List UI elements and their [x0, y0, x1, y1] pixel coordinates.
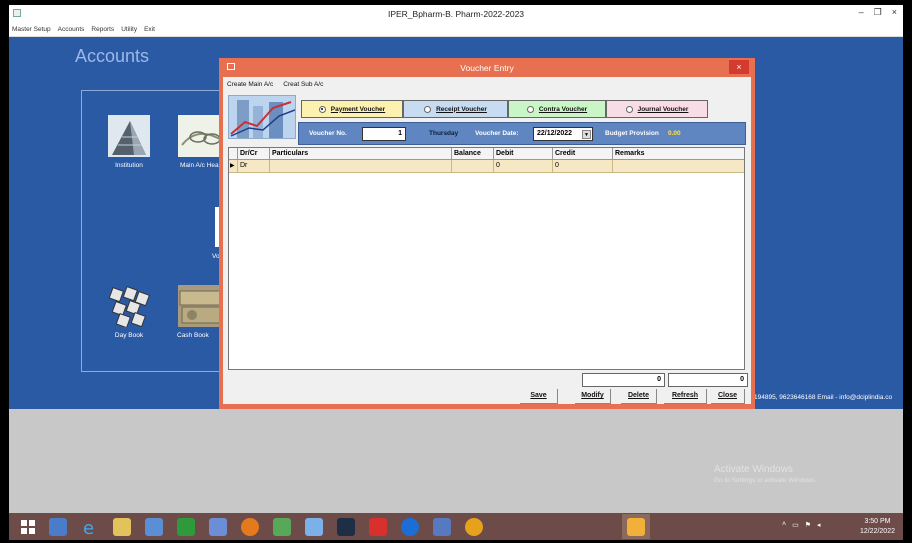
tile-main-ac-label: Main A/c Hea — [180, 162, 219, 169]
chrome-icon[interactable] — [465, 518, 483, 536]
tile-day-book[interactable]: Day Book — [94, 285, 164, 339]
col-debit: Debit — [494, 148, 553, 160]
voucher-no-label: Voucher No. — [309, 130, 347, 137]
journal-voucher-option[interactable]: Journal Voucher — [606, 100, 708, 118]
window-title: IPER_Bpharm-B. Pharm-2022-2023 — [387, 9, 525, 19]
store-icon[interactable] — [177, 518, 195, 536]
internet-explorer-icon[interactable]: e — [81, 518, 99, 539]
menu-create-main-ac[interactable]: Create Main A/c — [227, 81, 273, 88]
network-app-icon[interactable] — [305, 518, 323, 536]
journal-voucher-radio[interactable] — [625, 105, 633, 113]
total-debit: 0 — [582, 373, 665, 387]
menu-exit[interactable]: Exit — [144, 26, 155, 33]
accounts-title: Accounts — [75, 46, 150, 66]
terminal-icon[interactable] — [337, 518, 355, 536]
computer-icon[interactable] — [145, 518, 163, 536]
row-selector-icon[interactable]: ▶ — [229, 160, 238, 173]
app-icon-green[interactable] — [273, 518, 291, 536]
close-button[interactable]: Close — [711, 389, 745, 404]
cell-debit[interactable]: 0 — [494, 160, 553, 173]
contra-voucher-option[interactable]: Contra Voucher — [508, 100, 606, 118]
word-icon[interactable] — [433, 518, 451, 536]
cell-remarks[interactable] — [613, 160, 744, 173]
activate-windows-watermark: Activate Windows Go to Settings to activ… — [714, 464, 817, 484]
cell-drcr[interactable]: Dr — [238, 160, 270, 173]
tile-day-book-label: Day Book — [114, 332, 144, 339]
notes-icon[interactable] — [209, 518, 227, 536]
voucher-entry-dialog: Voucher Entry × Create Main A/c Creat Su… — [219, 58, 755, 409]
voucher-date-label: Voucher Date: — [475, 130, 519, 137]
save-button[interactable]: Save — [520, 389, 558, 404]
modify-button[interactable]: Modify — [575, 389, 611, 404]
payment-voucher-option[interactable]: Payment Voucher — [301, 100, 403, 118]
menu-master-setup[interactable]: Master Setup — [12, 26, 51, 33]
title-bar: IPER_Bpharm-B. Pharm-2022-2023 – ❐ × — [9, 5, 903, 23]
menu-accounts[interactable]: Accounts — [58, 26, 85, 33]
tile-institution-label: Institution — [115, 162, 143, 169]
dialog-close-button[interactable]: × — [729, 60, 749, 74]
anydesk-icon[interactable] — [369, 518, 387, 536]
voucher-info-bar: Voucher No. 1 Thursday Voucher Date: 22/… — [298, 122, 746, 145]
window-controls: – ❐ × — [859, 7, 897, 18]
windows-start-icon[interactable] — [19, 518, 37, 536]
tile-institution[interactable]: Institution — [94, 115, 164, 169]
minimize-button[interactable]: – — [859, 7, 864, 18]
date-dropdown-icon[interactable]: ▼ — [582, 130, 591, 139]
menu-bar: Master Setup Accounts Reports Utility Ex… — [9, 23, 903, 37]
delete-button[interactable]: Delete — [621, 389, 657, 404]
dialog-title-bar: Voucher Entry × — [219, 58, 755, 77]
contra-voucher-radio[interactable] — [526, 105, 534, 113]
tile-cash-book-label: Cash Book — [177, 332, 209, 339]
dialog-menu: Create Main A/c Creat Sub A/c — [227, 81, 323, 88]
taskbar: e ˄ ▭ ⚑ ◂ 3:50 PM 12/22/2022 — [9, 513, 903, 540]
volume-icon[interactable]: ◂ — [817, 521, 821, 529]
tools-app-icon[interactable] — [49, 518, 67, 536]
receipt-voucher-radio[interactable] — [424, 105, 432, 113]
menu-create-sub-ac[interactable]: Creat Sub A/c — [283, 81, 323, 88]
taskbar-clock[interactable]: 3:50 PM 12/22/2022 — [860, 517, 895, 537]
total-credit: 0 — [668, 373, 748, 387]
col-remarks: Remarks — [613, 148, 744, 160]
receipt-voucher-option[interactable]: Receipt Voucher — [403, 100, 508, 118]
col-drcr: Dr/Cr — [238, 148, 270, 160]
col-balance: Balance — [452, 148, 494, 160]
voucher-logo — [228, 95, 296, 139]
teamviewer-icon[interactable] — [401, 518, 419, 536]
network-icon[interactable]: ▭ — [792, 521, 799, 529]
cell-credit[interactable]: 0 — [553, 160, 613, 173]
cell-particulars[interactable] — [270, 160, 452, 173]
accounting-app-icon[interactable] — [627, 518, 645, 536]
payment-voucher-radio[interactable] — [318, 105, 326, 113]
building-icon — [108, 115, 150, 157]
close-window-button[interactable]: × — [892, 7, 897, 18]
voucher-no-input[interactable]: 1 — [362, 127, 406, 141]
menu-utility[interactable]: Utility — [121, 26, 137, 33]
refresh-button[interactable]: Refresh — [664, 389, 707, 404]
restore-button[interactable]: ❐ — [874, 7, 882, 18]
file-explorer-icon[interactable] — [113, 518, 131, 536]
contact-text: 194895, 9623646168 Email - info@dciplind… — [754, 394, 893, 401]
col-credit: Credit — [553, 148, 613, 160]
tray-chevron-icon[interactable]: ˄ — [782, 521, 786, 529]
budget-provision-value: 0.00 — [668, 130, 681, 137]
budget-provision-label: Budget Provision — [605, 130, 659, 137]
status-area: Activate Windows Go to Settings to activ… — [9, 409, 903, 513]
flag-icon[interactable]: ⚑ — [805, 521, 811, 529]
voucher-date-picker[interactable]: 22/12/2022 ▼ — [533, 127, 593, 141]
firefox-icon[interactable] — [241, 518, 259, 536]
col-particulars: Particulars — [270, 148, 452, 160]
svg-text:e: e — [83, 518, 94, 536]
cell-balance — [452, 160, 494, 173]
dialog-body: Create Main A/c Creat Sub A/c Payment Vo… — [223, 77, 751, 404]
voucher-day: Thursday — [429, 130, 459, 137]
row-header-column — [229, 148, 238, 160]
menu-reports[interactable]: Reports — [91, 26, 114, 33]
voucher-type-selector: Payment Voucher Receipt Voucher Contra V… — [301, 100, 708, 118]
voucher-grid: Dr/Cr Particulars Balance Debit Credit R… — [228, 147, 745, 370]
dialog-title: Voucher Entry — [460, 63, 514, 73]
keys-icon — [108, 285, 150, 329]
system-tray: ˄ ▭ ⚑ ◂ — [782, 521, 821, 529]
